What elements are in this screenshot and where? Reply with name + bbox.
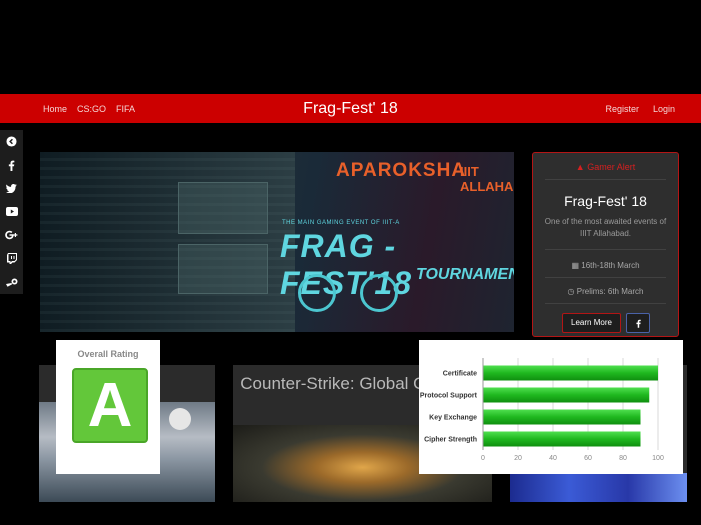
chart-category-label: Cipher Strength <box>424 437 477 444</box>
twitch-icon[interactable] <box>0 247 23 270</box>
event-description: One of the most awaited events of IIIT A… <box>544 217 667 238</box>
nav-left-links: Home CS:GO FIFA <box>43 94 135 123</box>
warning-icon: ▲ <box>575 162 585 172</box>
steam-icon[interactable] <box>0 270 23 293</box>
chart-x-tick-label: 80 <box>619 455 627 462</box>
nav-link-csgo[interactable]: CS:GO <box>77 104 106 114</box>
event-dates: ▦ 16th-18th March <box>533 261 678 270</box>
banner-screen-panel <box>178 244 268 294</box>
event-prelims-text: Prelims: 6th March <box>576 287 644 296</box>
event-info-card: ▲ Gamer Alert Frag-Fest' 18 One of the m… <box>532 152 679 337</box>
bar-chart: 0 20 40 60 80 100 Certificate Protocol Support K… <box>420 358 664 462</box>
nav-link-home[interactable]: Home <box>43 104 67 114</box>
overall-rating-label: Overall Rating <box>77 349 139 359</box>
social-sidebar <box>0 130 23 294</box>
gamer-alert-text: Gamer Alert <box>587 162 636 172</box>
event-prelims: ◷ Prelims: 6th March <box>533 287 678 296</box>
calendar-icon: ▦ <box>571 261 580 270</box>
chart-x-tick-label: 40 <box>549 455 557 462</box>
chart-category-label: Certificate <box>443 371 477 378</box>
nav-right-links: Register Login <box>605 94 675 123</box>
facebook-share-button[interactable] <box>626 313 650 333</box>
nav-link-login[interactable]: Login <box>653 104 675 114</box>
rating-grade: A <box>72 368 148 443</box>
chart-x-tick-label: 100 <box>652 455 664 462</box>
divider <box>545 179 666 180</box>
nav-link-register[interactable]: Register <box>605 104 639 114</box>
nav-link-fifa[interactable]: FIFA <box>116 104 135 114</box>
overall-rating-panel: Overall Rating A <box>56 340 160 474</box>
banner-screen-panel <box>178 182 268 234</box>
youtube-icon[interactable] <box>0 200 23 223</box>
chart-bar <box>483 409 641 425</box>
clock-icon: ◷ <box>567 287 575 296</box>
chart-category-label: Protocol Support <box>420 393 478 400</box>
chart-x-tick-label: 60 <box>584 455 592 462</box>
google-plus-icon[interactable] <box>0 224 23 247</box>
chart-bar <box>483 431 641 447</box>
divider <box>545 303 666 304</box>
event-banner: APAROKSHA IIIT ALLAHABAD THE MAIN GAMING… <box>40 152 514 332</box>
banner-hud-background <box>40 152 295 332</box>
chart-bar <box>483 387 650 403</box>
divider <box>545 277 666 278</box>
event-dates-text: 16th-18th March <box>581 261 640 270</box>
chart-bar <box>483 365 658 381</box>
banner-ring-graphic <box>360 274 398 312</box>
share-icon[interactable] <box>0 130 23 153</box>
banner-org-name: APAROKSHA <box>336 160 467 181</box>
banner-subtitle: TOURNAMENT <box>416 266 514 283</box>
gamer-alert: ▲ Gamer Alert <box>533 162 678 172</box>
facebook-icon <box>635 319 641 328</box>
banner-ring-graphic <box>298 274 336 312</box>
top-navbar: Home CS:GO FIFA Frag-Fest' 18 Register L… <box>0 94 701 123</box>
event-title: Frag-Fest' 18 <box>564 193 647 209</box>
football-graphic <box>169 408 191 430</box>
banner-institute: IIIT ALLAHABAD <box>460 164 514 194</box>
event-card-image <box>510 473 687 502</box>
chart-x-tick-label: 20 <box>514 455 522 462</box>
ssl-rating-chart: 0 20 40 60 80 100 Certificate Protocol Support K… <box>419 340 683 474</box>
twitter-icon[interactable] <box>0 177 23 200</box>
divider <box>545 249 666 250</box>
facebook-icon[interactable] <box>0 153 23 176</box>
chart-x-tick-label: 0 <box>481 455 485 462</box>
chart-category-label: Key Exchange <box>429 415 477 422</box>
learn-more-button[interactable]: Learn More <box>562 313 621 333</box>
banner-tagline: THE MAIN GAMING EVENT OF IIIT-A <box>282 220 400 226</box>
